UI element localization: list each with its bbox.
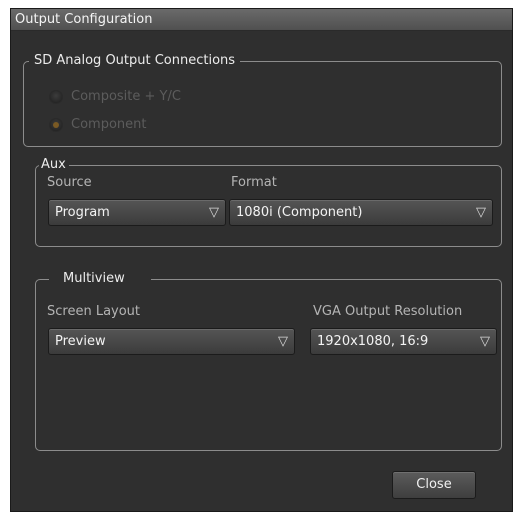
radio-composite-yc[interactable]: Composite + Y/C <box>49 89 209 107</box>
radio-component[interactable]: Component <box>49 117 209 135</box>
radio-composite-yc-label: Composite + Y/C <box>71 89 181 104</box>
dialog-title: Output Configuration <box>11 9 512 31</box>
radio-component-button[interactable] <box>49 118 63 132</box>
aux-format-value: 1080i (Component) <box>236 205 363 220</box>
chevron-down-icon: ▽ <box>480 334 490 349</box>
sd-analog-legend: SD Analog Output Connections <box>29 53 241 69</box>
aux-source-value: Program <box>55 205 110 220</box>
vga-resolution-select[interactable]: 1920x1080, 16:9 ▽ <box>310 328 497 355</box>
aux-source-label: Source <box>47 175 92 190</box>
aux-legend: Aux <box>39 157 69 173</box>
screen-layout-label: Screen Layout <box>47 304 141 319</box>
chevron-down-icon: ▽ <box>209 205 219 220</box>
vga-resolution-value: 1920x1080, 16:9 <box>317 334 429 349</box>
aux-format-label: Format <box>231 175 277 190</box>
chevron-down-icon: ▽ <box>278 334 288 349</box>
chevron-down-icon: ▽ <box>476 205 486 220</box>
multiview-legend: Multiview <box>49 271 151 287</box>
screen-layout-value: Preview <box>55 334 106 349</box>
radio-composite-yc-button[interactable] <box>49 90 63 104</box>
output-configuration-dialog: Output Configuration SD Analog Output Co… <box>10 8 513 512</box>
aux-format-select[interactable]: 1080i (Component) ▽ <box>229 199 493 226</box>
screen-layout-select[interactable]: Preview ▽ <box>48 328 295 355</box>
close-button[interactable]: Close <box>392 471 476 499</box>
radio-component-label: Component <box>71 117 147 132</box>
aux-source-select[interactable]: Program ▽ <box>48 199 226 226</box>
vga-resolution-label: VGA Output Resolution <box>313 304 463 319</box>
